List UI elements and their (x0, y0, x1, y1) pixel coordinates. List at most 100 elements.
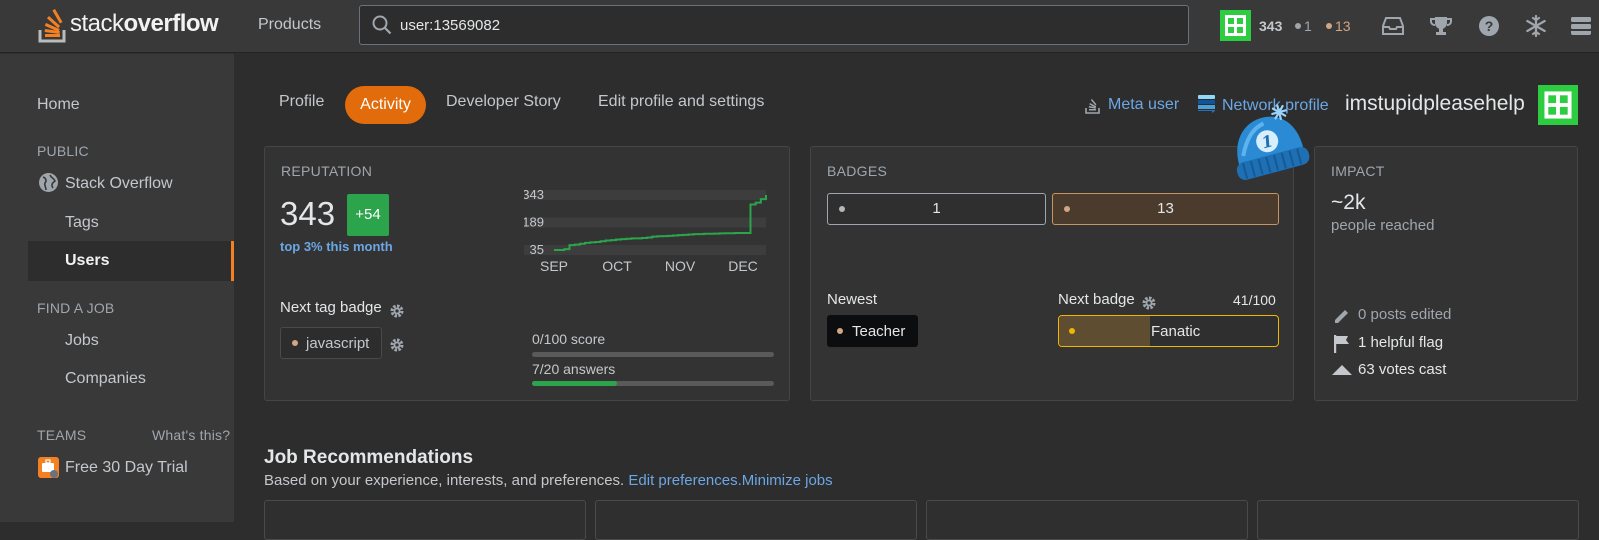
job-recommendations-subtitle: Based on your experience, interests, and… (264, 472, 833, 489)
pencil-icon (1335, 310, 1348, 323)
answers-progress-label: 7/20 answers (532, 361, 616, 377)
sidebar-item-users-label: Users (65, 252, 110, 269)
tag-badge-settings-gear-icon[interactable] (389, 303, 405, 319)
sidebar-item-jobs[interactable]: Jobs (65, 332, 99, 350)
next-badge-fanatic[interactable]: Fanatic (1058, 315, 1279, 347)
winter-snowflake-icon[interactable] (1523, 13, 1549, 39)
people-reached-value: ~2k (1331, 191, 1366, 214)
job-card[interactable] (926, 500, 1248, 540)
reputation-card: REPUTATION 343 +54 top 3% this month 343… (264, 146, 790, 401)
search-box[interactable]: user:13569082 (359, 5, 1189, 45)
inbox-icon[interactable] (1380, 13, 1406, 39)
sidebar-item-stack-overflow[interactable]: Stack Overflow (65, 175, 173, 193)
next-tag-badge-label: Next tag badge (280, 299, 382, 316)
people-reached-label: people reached (1331, 217, 1435, 234)
reputation-change-badge: +54 (347, 194, 389, 236)
edit-preferences-link[interactable]: Edit preferences. (628, 472, 741, 489)
briefcase-icon (38, 457, 59, 483)
sidebar-section-find-a-job: FIND A JOB (37, 300, 115, 316)
chart-x-tick: DEC (728, 258, 758, 274)
left-sidebar: Home PUBLIC Stack Overflow Tags Users FI… (0, 54, 234, 522)
profile-avatar[interactable] (1538, 85, 1578, 125)
sidebar-section-public: PUBLIC (37, 143, 89, 159)
search-input[interactable]: user:13569082 (400, 17, 500, 34)
sidebar-item-free-trial[interactable]: Free 30 Day Trial (65, 459, 188, 477)
next-badge-settings-gear-icon[interactable] (1141, 295, 1157, 311)
sidebar-item-users[interactable]: Users (28, 241, 234, 281)
tag-label: javascript (306, 335, 370, 352)
bronze-dot-icon (837, 328, 843, 334)
chart-y-tick: 35 (530, 242, 544, 257)
sidebar-item-companies[interactable]: Companies (65, 370, 146, 388)
reputation-title: REPUTATION (281, 163, 373, 179)
topbar-reputation[interactable]: 343 (1259, 18, 1282, 34)
winter-hat-icon: 1 (1236, 104, 1310, 180)
tag-settings-gear-icon[interactable] (389, 337, 405, 353)
next-badge-progress-text: 41/100 (1233, 292, 1276, 308)
badges-title: BADGES (827, 163, 888, 179)
meta-user-link[interactable]: Meta user (1108, 96, 1179, 114)
help-icon[interactable]: ? (1476, 13, 1502, 39)
user-avatar[interactable] (1220, 10, 1251, 41)
silver-badge-count: 1 (932, 200, 941, 217)
score-progress-bar (532, 352, 774, 357)
vote-arrow-icon (1332, 365, 1352, 375)
job-subtitle-text: Based on your experience, interests, and… (264, 472, 625, 489)
globe-icon (38, 172, 59, 198)
tab-profile[interactable]: Profile (279, 93, 324, 111)
topbar-silver-count: 1 (1304, 18, 1312, 34)
next-badge-name: Fanatic (1151, 323, 1201, 340)
meta-user-icon (1085, 96, 1101, 119)
products-menu[interactable]: Products (258, 16, 321, 34)
logo-text: stackoverflow (70, 10, 219, 38)
logo-text-light: stack (70, 10, 124, 37)
chart-x-tick: SEP (540, 258, 568, 274)
tab-developer-story[interactable]: Developer Story (446, 93, 561, 111)
flag-icon (1334, 335, 1349, 353)
job-card[interactable] (264, 500, 586, 540)
site-switcher-icon[interactable] (1568, 13, 1594, 39)
svg-text:?: ? (1485, 18, 1494, 34)
newest-badge-teacher[interactable]: Teacher (827, 315, 918, 347)
chart-grid-band (524, 217, 766, 228)
teams-whats-this-link[interactable]: What's this? (152, 427, 230, 443)
topbar-bronze-badges[interactable]: 13 (1326, 18, 1351, 34)
stack-overflow-logo[interactable]: stackoverflow (36, 4, 219, 44)
reputation-chart[interactable]: 343 189 35SEP OCT NOV DEC (524, 187, 780, 279)
tab-activity[interactable]: Activity (345, 86, 426, 124)
votes-cast-stat: 63 votes cast (1358, 361, 1447, 378)
silver-badges-box[interactable]: 1 (827, 193, 1046, 225)
bronze-badge-count: 13 (1157, 200, 1174, 217)
bronze-dot-icon (1326, 23, 1332, 29)
bronze-dot-icon (292, 340, 298, 346)
minimize-jobs-link[interactable]: Minimize jobs (742, 472, 833, 489)
silver-dot-icon (839, 206, 845, 212)
next-badge-label: Next badge (1058, 291, 1135, 308)
chart-y-tick: 189 (524, 215, 544, 230)
tab-edit-profile[interactable]: Edit profile and settings (598, 93, 764, 111)
answers-progress-fill (532, 381, 617, 386)
chart-x-tick: NOV (665, 258, 696, 274)
bronze-dot-icon (1064, 206, 1070, 212)
silver-dot-icon (1295, 23, 1301, 29)
sidebar-item-home[interactable]: Home (37, 96, 80, 114)
job-card[interactable] (1257, 500, 1579, 540)
search-icon (372, 15, 392, 35)
badges-card: BADGES 1 13 Newest Teacher Next badge 41… (810, 146, 1294, 401)
top-bar: stackoverflow Products user:13569082 343… (0, 0, 1599, 53)
achievements-trophy-icon[interactable] (1428, 13, 1454, 39)
sidebar-item-tags[interactable]: Tags (65, 214, 99, 232)
reputation-value: 343 (280, 195, 336, 232)
chart-x-tick: OCT (602, 258, 632, 274)
bronze-badges-box[interactable]: 13 (1052, 193, 1279, 225)
helpful-flag-stat: 1 helpful flag (1358, 334, 1444, 351)
score-progress-label: 0/100 score (532, 331, 606, 347)
javascript-tag[interactable]: javascript (280, 327, 382, 359)
chart-grid-band (524, 190, 766, 200)
topbar-silver-badges[interactable]: 1 (1295, 18, 1312, 34)
profile-username: imstupidpleasehelp (1345, 92, 1525, 115)
reputation-rank-link[interactable]: top 3% this month (280, 239, 393, 254)
sidebar-section-teams: TEAMS (37, 427, 87, 443)
job-card[interactable] (595, 500, 917, 540)
newest-badge-label: Newest (827, 291, 878, 308)
